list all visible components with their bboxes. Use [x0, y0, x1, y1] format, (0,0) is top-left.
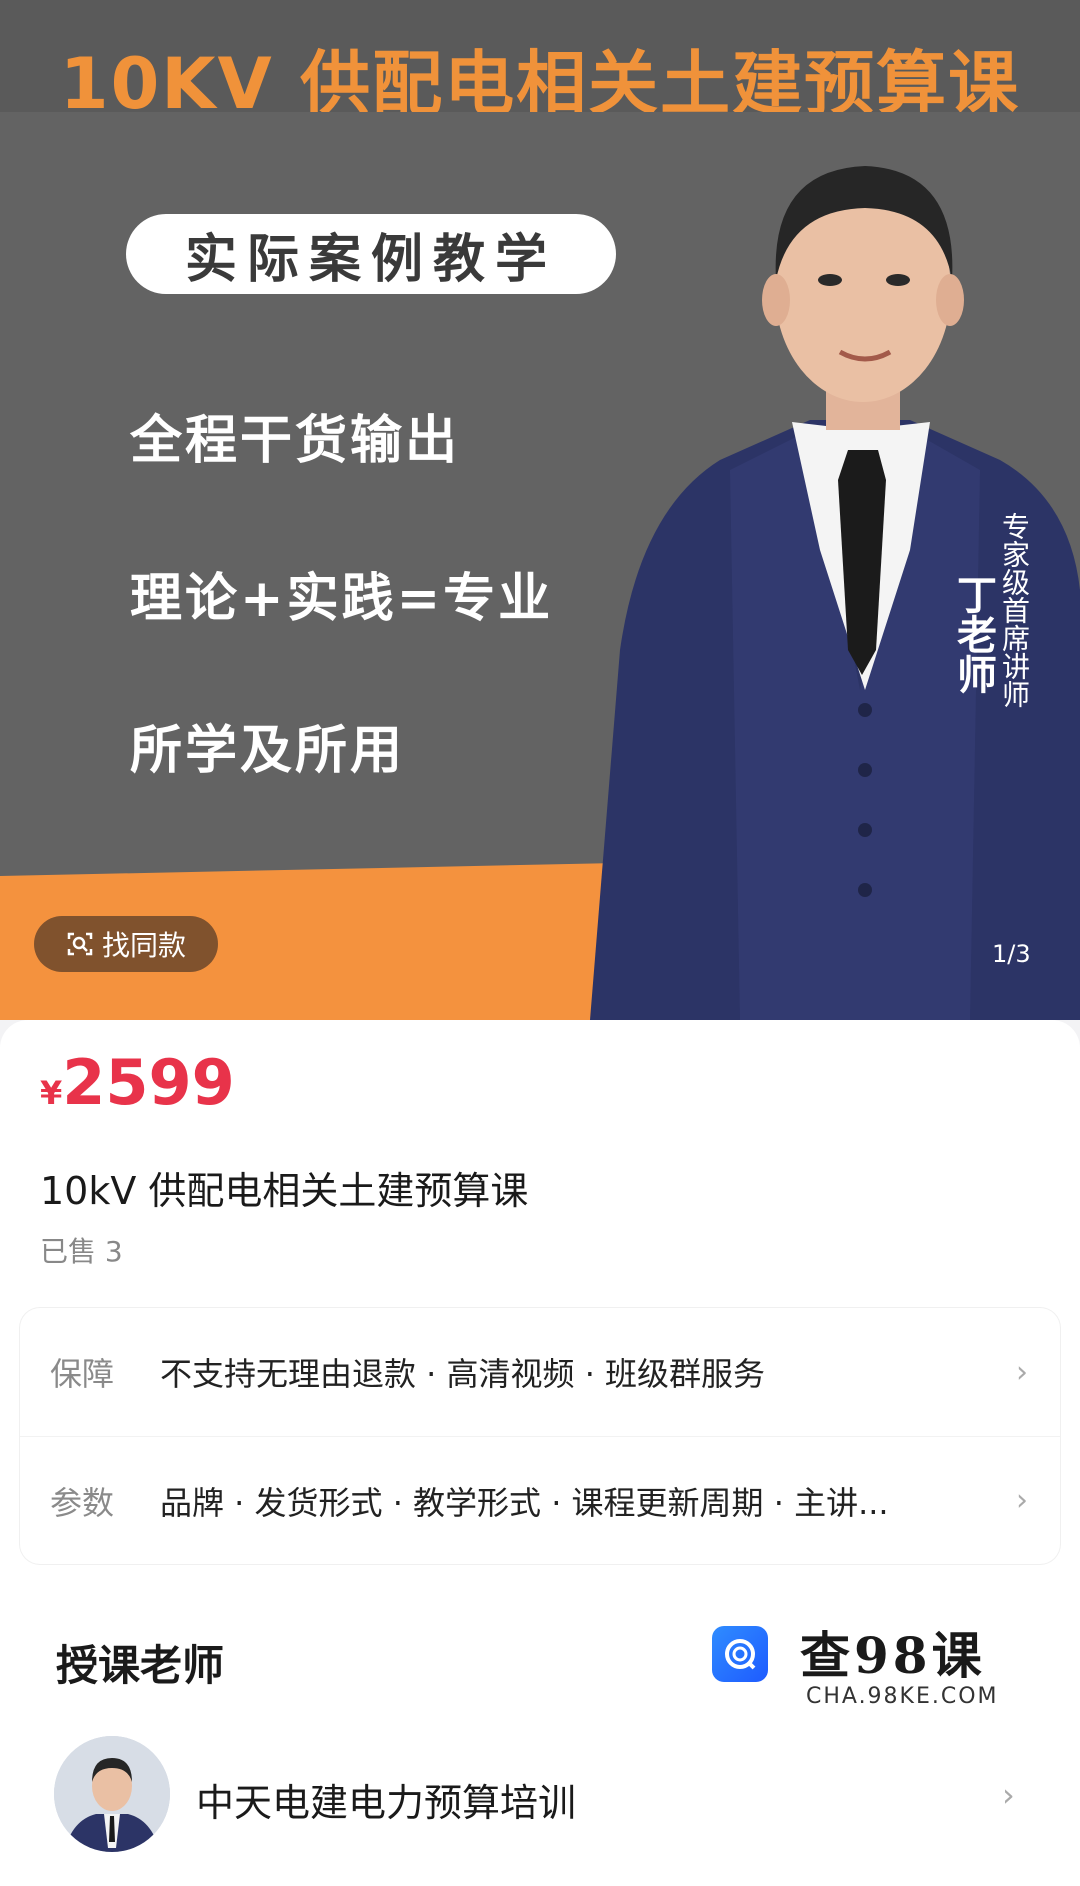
guarantee-value: 不支持无理由退款 · 高清视频 · 班级群服务: [160, 1355, 766, 1393]
teacher-section-heading: 授课老师: [56, 1641, 225, 1690]
find-same-label: 找同款: [101, 929, 186, 962]
chevron-right-icon: ›: [1016, 1483, 1028, 1518]
chevron-right-icon: ›: [1016, 1354, 1028, 1390]
watermark-subtext: CHA.98KE.COM: [806, 1684, 999, 1709]
product-price: ¥2599: [40, 1046, 235, 1119]
product-image-banner[interactable]: 10KV 供配电相关土建预算课 实际案例教学 全程干货输出 理论+实践=专业 所…: [0, 0, 1080, 1020]
product-title: 10kV 供配电相关土建预算课: [40, 1169, 529, 1213]
params-value: 品牌 · 发货形式 · 教学形式 · 课程更新周期 · 主讲...: [160, 1483, 889, 1522]
price-currency: ¥: [40, 1074, 63, 1112]
teacher-name[interactable]: 中天电建电力预算培训: [196, 1772, 576, 1827]
find-same-button[interactable]: 找同款: [34, 916, 218, 972]
banner-slogan-1: 全程干货输出: [130, 411, 461, 471]
instructor-role-vertical: 专家级首席讲师: [998, 512, 1031, 708]
price-value: 2599: [62, 1046, 235, 1119]
banner-slogan-3: 所学及所用: [130, 721, 406, 781]
banner-tag-pill: 实际案例教学: [126, 214, 616, 294]
sold-count: 已售 3: [40, 1235, 123, 1268]
params-label: 参数: [50, 1483, 115, 1522]
params-row[interactable]: 参数 品牌 · 发货形式 · 教学形式 · 课程更新周期 · 主讲... ›: [20, 1436, 1060, 1564]
teacher-avatar[interactable]: [54, 1736, 170, 1852]
chevron-right-icon[interactable]: ›: [1002, 1776, 1015, 1814]
attributes-card: 保障 不支持无理由退款 · 高清视频 · 班级群服务 › 参数 品牌 · 发货形…: [20, 1308, 1060, 1564]
banner-slogan-2: 理论+实践=专业: [130, 569, 554, 629]
watermark-logo-icon: [712, 1626, 768, 1682]
scan-icon: [67, 932, 93, 956]
guarantee-label: 保障: [50, 1355, 115, 1393]
guarantee-row[interactable]: 保障 不支持无理由退款 · 高清视频 · 班级群服务 ›: [20, 1308, 1060, 1436]
watermark-text: 查98课: [800, 1626, 986, 1685]
image-pager: 1/3: [992, 940, 1031, 968]
